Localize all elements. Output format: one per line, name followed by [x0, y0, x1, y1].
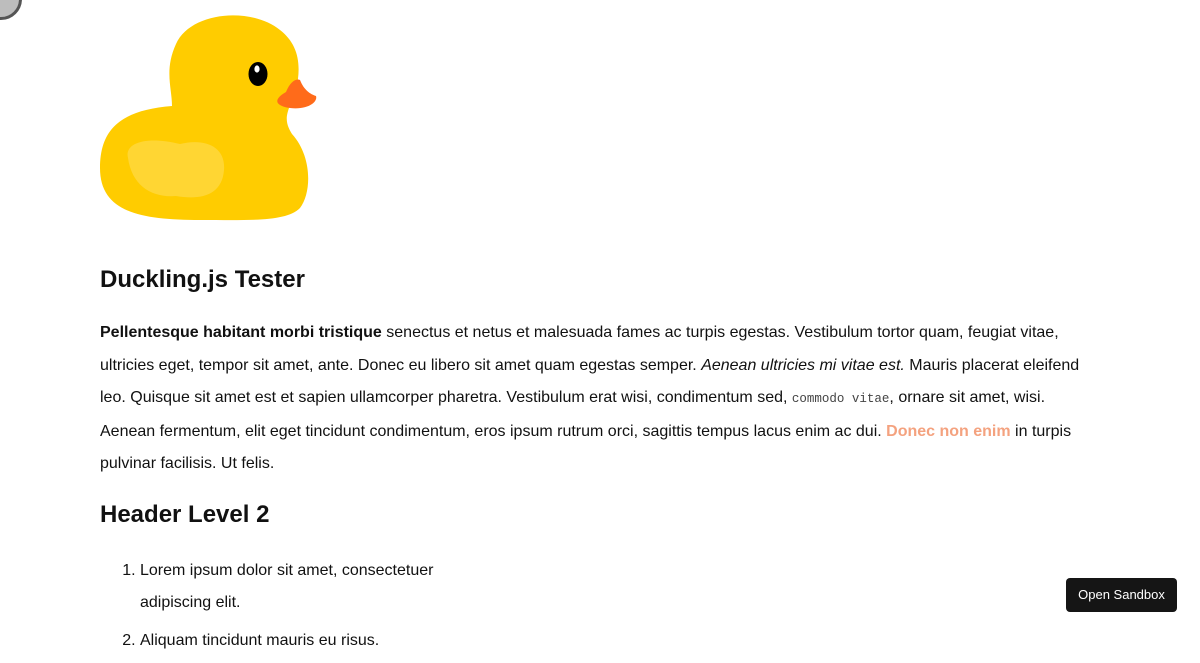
page-title: Duckling.js Tester — [100, 266, 305, 293]
page-content: Duckling.js Tester Pellentesque habitant… — [100, 8, 1100, 663]
intro-bold-text: Pellentesque habitant morbi tristique — [100, 324, 382, 341]
intro-italic-text: Aenean ultricies mi vitae est. — [701, 356, 905, 374]
intro-link[interactable]: Donec non enim — [886, 423, 1010, 440]
duck-eye-highlight — [254, 65, 260, 73]
corner-indicator[interactable] — [0, 0, 22, 20]
rubber-duck-icon — [100, 15, 317, 221]
intro-code-text: commodo vitae — [791, 392, 890, 406]
list-item: Aliquam tincidunt mauris eu risus. — [140, 625, 470, 657]
intro-paragraph: Pellentesque habitant morbi tristique se… — [100, 317, 1100, 481]
list-item: Lorem ipsum dolor sit amet, consectetuer… — [140, 555, 470, 619]
ordered-list: Lorem ipsum dolor sit amet, consectetuer… — [100, 555, 470, 657]
section-heading: Header Level 2 — [100, 500, 270, 528]
open-sandbox-button[interactable]: Open Sandbox — [1066, 578, 1177, 612]
duck-eye — [248, 62, 268, 86]
